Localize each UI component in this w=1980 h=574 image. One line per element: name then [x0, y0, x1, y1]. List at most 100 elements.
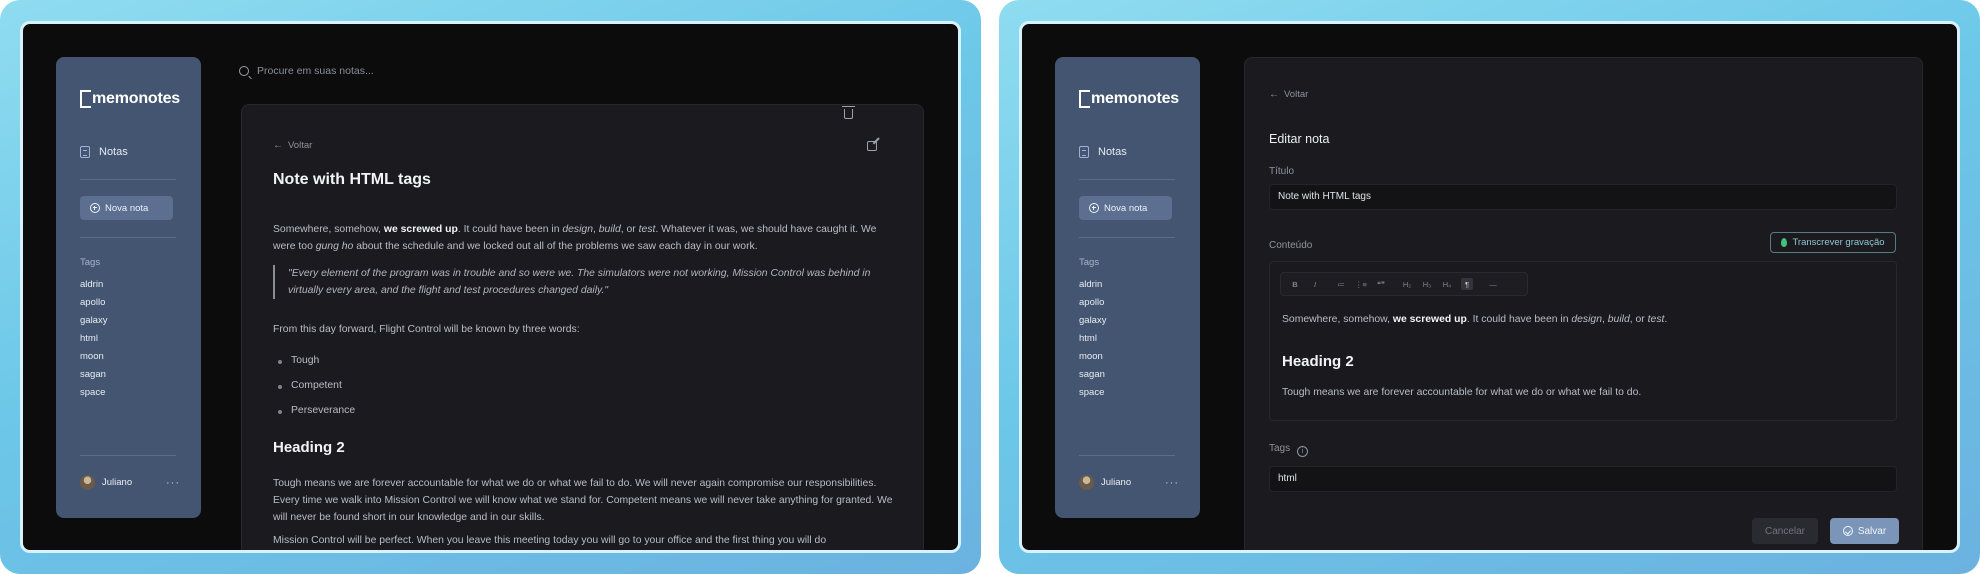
quote-button[interactable]: ❝❞ — [1375, 278, 1387, 290]
user-profile[interactable]: Juliano ··· — [1079, 475, 1179, 490]
app-logo[interactable]: memonotes — [80, 90, 180, 108]
new-note-button[interactable]: Nova nota — [1079, 196, 1172, 220]
avatar — [80, 475, 95, 490]
user-name: Juliano — [102, 477, 133, 488]
sidebar-item-label: Notas — [1098, 146, 1127, 158]
tag-item-galaxy[interactable]: galaxy — [1079, 315, 1106, 333]
note-paragraph-4: Mission Control will be perfect. When yo… — [273, 535, 827, 546]
notes-icon — [1079, 146, 1089, 158]
bold-button[interactable]: B — [1289, 278, 1301, 290]
horizontal-rule-button[interactable]: — — [1487, 278, 1499, 290]
search-input[interactable]: Procure em suas notas... — [257, 65, 374, 77]
divider — [1079, 179, 1175, 180]
save-label: Salvar — [1857, 525, 1887, 537]
edit-note-card: ← Voltar Editar nota Título Note with HTM… — [1244, 57, 1923, 550]
tags-input[interactable]: html — [1269, 466, 1897, 492]
divider — [80, 179, 176, 180]
tag-list: aldrin apollo galaxy html moon sagan spa… — [1079, 279, 1106, 405]
user-profile[interactable]: Juliano ··· — [80, 475, 180, 490]
plus-circle-icon — [90, 203, 100, 213]
note-paragraph-1: Somewhere, somehow, we screwed up. It co… — [273, 221, 893, 255]
tag-item-apollo[interactable]: apollo — [80, 297, 107, 315]
left-screenshot-frame: memonotes Notas Nova nota Tags aldrin ap… — [0, 0, 981, 574]
logo-text: memonotes — [92, 90, 180, 107]
heading-4-button[interactable]: H₄ — [1441, 278, 1453, 290]
tag-item-sagan[interactable]: sagan — [80, 369, 107, 387]
more-options-icon[interactable]: ··· — [166, 477, 180, 489]
ordered-list-button[interactable]: ⋮≡ — [1355, 278, 1367, 290]
bullet-list: Tough Competent Perseverance — [273, 355, 355, 430]
italic-text: test — [638, 224, 656, 235]
logo-text: memonotes — [1091, 90, 1179, 107]
tag-item-moon[interactable]: moon — [80, 351, 107, 369]
bold-text: we screwed up — [1392, 314, 1467, 325]
tags-heading: Tags — [1079, 257, 1100, 268]
cancel-button[interactable]: Cancelar — [1752, 518, 1818, 544]
notes-icon — [80, 146, 90, 158]
divider — [80, 237, 176, 238]
note-paragraph-2: From this day forward, Flight Control wi… — [273, 324, 580, 335]
leaf-icon — [1781, 238, 1788, 247]
text-span: Somewhere, somehow, — [273, 224, 384, 235]
italic-text: design — [562, 224, 593, 235]
back-label: Voltar — [288, 140, 313, 151]
app-window: memonotes Notas Nova nota Tags aldrin ap… — [20, 21, 961, 553]
tag-item-html[interactable]: html — [80, 333, 107, 351]
logo-bracket-icon — [1079, 90, 1090, 108]
paragraph-button[interactable]: ¶ — [1461, 278, 1473, 290]
tag-item-space[interactable]: space — [80, 387, 107, 405]
divider — [1079, 237, 1175, 238]
text-span: . — [1664, 314, 1668, 325]
check-circle-icon — [1842, 526, 1853, 536]
content-editor[interactable]: B I ≔ ⋮≡ ❝❞ H₂ H₃ H₄ ¶ — Somewhere, some… — [1269, 261, 1897, 421]
back-link[interactable]: ← Voltar — [1269, 89, 1308, 100]
tag-item-html[interactable]: html — [1079, 333, 1106, 351]
editor-heading-2: Heading 2 — [1282, 353, 1354, 370]
app-window: memonotes Notas Nova nota Tags aldrin ap… — [1019, 21, 1960, 553]
tag-list: aldrin apollo galaxy html moon sagan spa… — [80, 279, 107, 405]
heading-2-button[interactable]: H₂ — [1401, 278, 1413, 290]
divider — [80, 455, 176, 456]
sidebar-item-notas[interactable]: Notas — [1079, 146, 1127, 158]
bold-text: we screwed up — [383, 224, 458, 235]
tags-label-text: Tags — [1269, 443, 1291, 454]
editor-paragraph-2: Tough means we are forever accountable f… — [1282, 387, 1642, 398]
more-options-icon[interactable]: ··· — [1165, 477, 1179, 489]
list-item: Competent — [273, 380, 355, 405]
avatar — [1079, 475, 1094, 490]
tag-item-apollo[interactable]: apollo — [1079, 297, 1106, 315]
italic-text: design — [1571, 314, 1602, 325]
text-span: . It could have been in — [1466, 314, 1572, 325]
title-input[interactable]: Note with HTML tags — [1269, 184, 1897, 210]
right-screenshot-frame: memonotes Notas Nova nota Tags aldrin ap… — [999, 0, 1980, 574]
note-view-card: ← Voltar Note with HTML tags Somewhere, s… — [241, 104, 924, 550]
tag-item-aldrin[interactable]: aldrin — [80, 279, 107, 297]
edit-note-button[interactable] — [867, 141, 877, 151]
italic-text: gung ho — [315, 241, 354, 252]
new-note-label: Nova nota — [105, 202, 149, 214]
search-bar[interactable]: Procure em suas notas... — [239, 65, 374, 77]
italic-button[interactable]: I — [1309, 278, 1321, 290]
new-note-button[interactable]: Nova nota — [80, 196, 173, 220]
tag-item-space[interactable]: space — [1079, 387, 1106, 405]
sidebar-item-notas[interactable]: Notas — [80, 146, 128, 158]
heading-3-button[interactable]: H₃ — [1421, 278, 1433, 290]
tag-item-moon[interactable]: moon — [1079, 351, 1106, 369]
text-span: , or — [620, 224, 639, 235]
tag-item-aldrin[interactable]: aldrin — [1079, 279, 1106, 297]
text-span: about the schedule and we locked out all… — [353, 241, 758, 252]
list-item: Tough — [273, 355, 355, 380]
save-button[interactable]: Salvar — [1830, 518, 1899, 544]
italic-text: build — [1607, 314, 1630, 325]
note-title: Note with HTML tags — [273, 171, 431, 188]
blockquote: "Every element of the program was in tro… — [273, 265, 893, 299]
back-link[interactable]: ← Voltar — [273, 140, 312, 151]
app-logo[interactable]: memonotes — [1079, 90, 1179, 108]
sidebar-item-label: Notas — [99, 146, 128, 158]
delete-note-button[interactable] — [842, 106, 855, 119]
bullet-list-button[interactable]: ≔ — [1335, 278, 1347, 290]
tag-item-galaxy[interactable]: galaxy — [80, 315, 107, 333]
transcribe-recording-button[interactable]: Transcrever gravação — [1770, 232, 1896, 253]
info-icon[interactable]: i — [1297, 446, 1309, 457]
tag-item-sagan[interactable]: sagan — [1079, 369, 1106, 387]
